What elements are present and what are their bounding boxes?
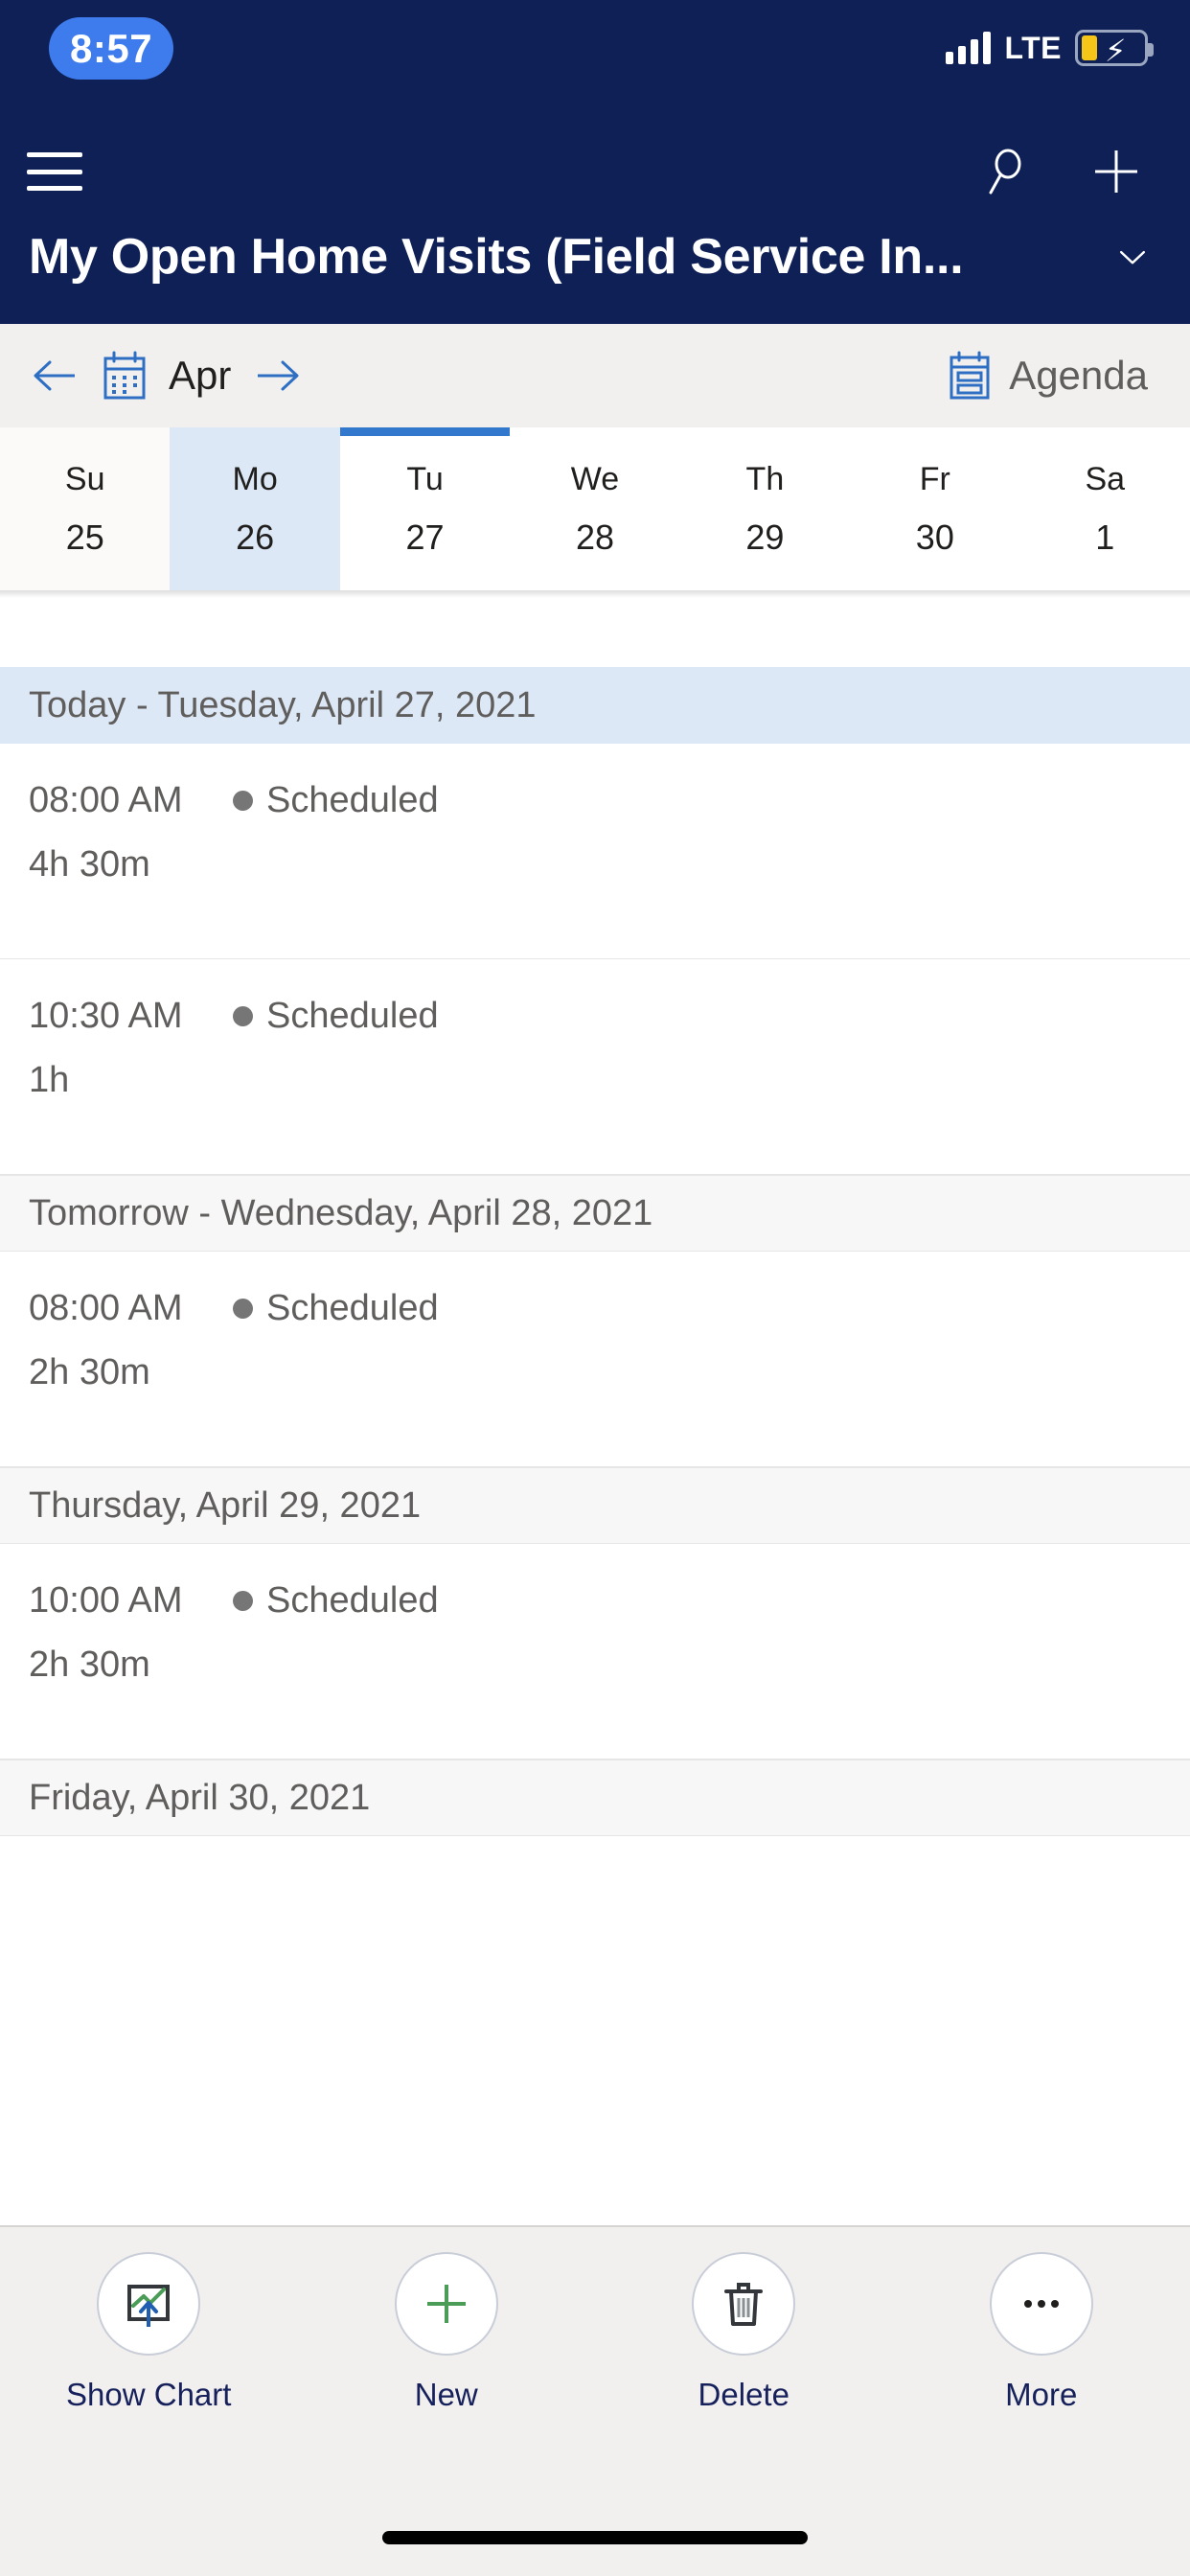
event-primary-line: 10:30 AM Scheduled xyxy=(29,996,1161,1037)
event-start-time: 10:30 AM xyxy=(29,996,183,1036)
week-day-mo[interactable]: Mo 26 xyxy=(170,427,340,590)
event-start-time: 10:00 AM xyxy=(29,1580,183,1621)
trash-icon xyxy=(692,2252,796,2356)
scroll-top-shadow xyxy=(0,590,1190,598)
bottom-command-bar: Show Chart New Delete More xyxy=(0,2225,1190,2472)
calendar-nav-left: Apr xyxy=(29,350,304,402)
command-button-label: Delete xyxy=(698,2377,790,2412)
status-dot-icon xyxy=(233,1006,253,1026)
signal-bars-icon xyxy=(946,32,992,64)
week-day-we[interactable]: We 28 xyxy=(510,427,679,590)
event-primary-line: 08:00 AM Scheduled xyxy=(29,1288,1161,1329)
week-day-tu[interactable]: Tu 27 xyxy=(339,427,511,590)
event-duration: 2h 30m xyxy=(29,1352,150,1392)
command-new-button[interactable]: New xyxy=(298,2252,596,2413)
phone-screen: 8:57 LTE ⚡ My Open Home Visits (Field Se… xyxy=(0,0,1190,2576)
event-status-label: Scheduled xyxy=(266,1580,439,1621)
week-day-su[interactable]: Su 25 xyxy=(0,427,171,590)
agenda-day-header: Tomorrow - Wednesday, April 28, 2021 xyxy=(0,1175,1190,1252)
event-status: Scheduled xyxy=(233,996,439,1037)
home-indicator-area xyxy=(0,2472,1190,2576)
plus-icon xyxy=(394,2252,498,2356)
home-indicator[interactable] xyxy=(382,2531,808,2544)
event-duration: 4h 30m xyxy=(29,844,150,885)
event-duration: 1h xyxy=(29,1060,70,1100)
event-duration: 2h 30m xyxy=(29,1644,150,1685)
week-day-number: 25 xyxy=(65,517,104,557)
agenda-scroll-area[interactable]: Today - Tuesday, April 27, 2021 08:00 AM S… xyxy=(0,590,1190,2225)
command-button-label: Show Chart xyxy=(66,2377,232,2412)
agenda-event-row[interactable]: 10:00 AM Scheduled 2h 30m xyxy=(0,1544,1190,1760)
week-day-th[interactable]: Th 29 xyxy=(680,427,850,590)
arrow-left-icon[interactable] xyxy=(29,354,80,398)
arrow-right-icon[interactable] xyxy=(252,354,304,398)
agenda-list: Today - Tuesday, April 27, 2021 08:00 AM S… xyxy=(0,667,1190,1836)
agenda-day-header: Friday, April 30, 2021 xyxy=(0,1760,1190,1836)
event-status: Scheduled xyxy=(233,1580,439,1622)
calendar-nav-bar: Apr Agenda xyxy=(0,324,1190,427)
event-start-time: 08:00 AM xyxy=(29,780,183,820)
week-day-strip: Su 25 Mo 26 Tu 27 We 28 Th 29 Fr 30 Sa 1 xyxy=(0,427,1190,590)
status-indicators: LTE ⚡ xyxy=(946,21,1154,75)
week-day-label: We xyxy=(570,460,620,497)
status-time: 8:57 xyxy=(49,17,174,80)
search-icon[interactable] xyxy=(972,138,1039,205)
ellipsis-icon xyxy=(989,2252,1093,2356)
event-status-label: Scheduled xyxy=(266,780,439,820)
chevron-down-icon[interactable] xyxy=(1104,242,1148,271)
event-status: Scheduled xyxy=(233,1288,439,1329)
command-button-label: More xyxy=(1005,2377,1078,2412)
agenda-list-icon xyxy=(950,351,990,400)
status-dot-icon xyxy=(233,1591,253,1611)
status-dot-icon xyxy=(233,1299,253,1319)
agenda-top-gap xyxy=(0,598,1190,667)
status-bar: 8:57 LTE ⚡ xyxy=(0,0,1190,115)
week-day-number: 29 xyxy=(745,517,785,557)
week-day-fr[interactable]: Fr 30 xyxy=(850,427,1019,590)
week-day-label: Th xyxy=(745,460,785,497)
new-record-plus-icon[interactable] xyxy=(1083,138,1150,205)
event-primary-line: 08:00 AM Scheduled xyxy=(29,780,1161,821)
week-day-sa[interactable]: Sa 1 xyxy=(1020,427,1190,590)
week-day-number: 30 xyxy=(915,517,954,557)
week-day-label: Tu xyxy=(406,460,444,497)
agenda-view-button[interactable]: Agenda xyxy=(948,350,1148,402)
event-status-label: Scheduled xyxy=(266,1288,439,1328)
network-type-label: LTE xyxy=(1004,30,1062,65)
week-day-number: 1 xyxy=(1095,517,1115,557)
agenda-event-row[interactable]: 08:00 AM Scheduled 2h 30m xyxy=(0,1252,1190,1467)
app-header: My Open Home Visits (Field Service In... xyxy=(0,115,1190,324)
week-day-number: 27 xyxy=(405,517,445,557)
event-status: Scheduled xyxy=(233,780,439,821)
battery-charging-icon: ⚡ xyxy=(1075,30,1154,67)
week-day-number: 26 xyxy=(236,517,275,557)
week-day-number: 28 xyxy=(575,517,614,557)
status-dot-icon xyxy=(233,791,253,811)
page-title: My Open Home Visits (Field Service In... xyxy=(29,229,964,285)
agenda-event-row[interactable]: 08:00 AM Scheduled 4h 30m xyxy=(0,744,1190,959)
hamburger-menu-icon[interactable] xyxy=(27,150,82,193)
app-header-top-row xyxy=(0,115,1190,228)
show-chart-icon xyxy=(97,2252,201,2356)
command-delete-button[interactable]: Delete xyxy=(595,2252,893,2413)
week-day-label: Sa xyxy=(1085,460,1126,497)
app-header-actions xyxy=(972,138,1150,205)
agenda-day-header: Thursday, April 29, 2021 xyxy=(0,1467,1190,1544)
event-status-label: Scheduled xyxy=(266,996,439,1036)
agenda-day-header: Today - Tuesday, April 27, 2021 xyxy=(0,667,1190,744)
command-button-label: New xyxy=(414,2377,478,2412)
event-primary-line: 10:00 AM Scheduled xyxy=(29,1580,1161,1622)
view-selector[interactable]: My Open Home Visits (Field Service In... xyxy=(0,228,1190,324)
week-day-label: Su xyxy=(64,460,105,497)
month-label: Apr xyxy=(169,353,232,398)
calendar-icon[interactable] xyxy=(102,350,148,402)
event-start-time: 08:00 AM xyxy=(29,1288,183,1328)
agenda-label: Agenda xyxy=(1009,353,1148,398)
command-show-chart-button[interactable]: Show Chart xyxy=(0,2252,298,2413)
agenda-event-row[interactable]: 10:30 AM Scheduled 1h xyxy=(0,959,1190,1175)
week-day-label: Fr xyxy=(919,460,950,497)
command-more-button[interactable]: More xyxy=(893,2252,1190,2413)
week-day-label: Mo xyxy=(232,460,278,497)
